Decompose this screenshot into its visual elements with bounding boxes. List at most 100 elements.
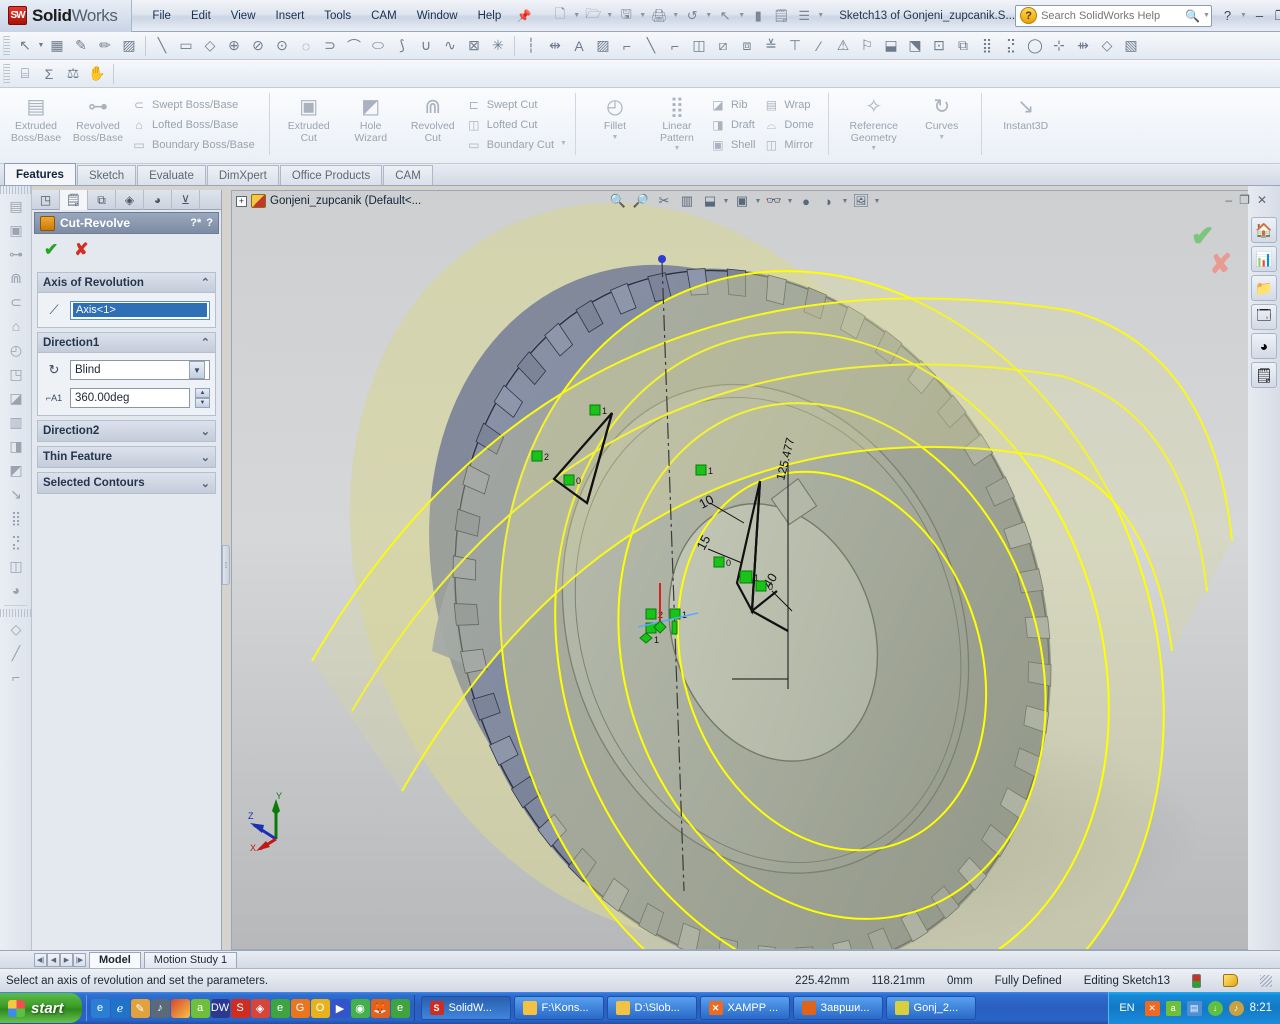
configuration-manager-tab[interactable]: ⧉: [88, 190, 116, 210]
options-dropdown-icon[interactable]: ▼: [816, 12, 825, 19]
property-manager-tab[interactable]: 🗒: [60, 190, 88, 210]
grid-icon[interactable]: ▦: [45, 34, 69, 58]
shell-icon[interactable]: ▥: [0, 410, 32, 434]
view-settings-icon[interactable]: 🖼: [850, 191, 872, 211]
end-condition-dropdown[interactable]: Blind ▼: [70, 360, 210, 380]
print-icon[interactable]: 🖨: [648, 4, 670, 28]
dome-button[interactable]: ⌓ Dome: [761, 115, 819, 135]
help-icon[interactable]: ?: [206, 217, 213, 229]
circle-icon[interactable]: ⊕: [222, 34, 246, 58]
lofted-boss-icon[interactable]: ⌂: [0, 314, 32, 338]
extruded-cut-icon[interactable]: ▣: [0, 218, 32, 242]
lofted-cut-button[interactable]: ◫ Lofted Cut: [464, 115, 560, 135]
resize-grip-icon[interactable]: [1260, 974, 1272, 987]
circular-pattern-icon[interactable]: ⣝: [999, 34, 1023, 58]
spline-on-surface-icon[interactable]: ∿: [438, 34, 462, 58]
make-path-icon[interactable]: ⊡: [927, 34, 951, 58]
chevron-up-icon[interactable]: ⌃: [201, 276, 210, 289]
design-library-icon[interactable]: 📊: [1251, 246, 1277, 272]
file-explorer-icon[interactable]: 📁: [1251, 275, 1277, 301]
tab-cam[interactable]: CAM: [383, 165, 433, 185]
chrome-icon[interactable]: ◉: [350, 998, 370, 1018]
menu-view[interactable]: View: [221, 6, 266, 26]
cut-more-icon[interactable]: ▼: [560, 140, 567, 147]
appearances-scenes-icon[interactable]: ◕: [1251, 333, 1277, 359]
extend-icon[interactable]: ≚: [759, 34, 783, 58]
open-dropdown-icon[interactable]: ▼: [605, 12, 614, 19]
line-icon[interactable]: ╲: [150, 34, 174, 58]
language-indicator[interactable]: EN: [1119, 1002, 1134, 1014]
open-icon[interactable]: 🗁: [582, 4, 604, 28]
parabola-icon[interactable]: ⟆: [390, 34, 414, 58]
partial-ellipse-icon[interactable]: ⬭: [366, 34, 390, 58]
sketch-on-plane-icon[interactable]: ▨: [117, 34, 141, 58]
parallelogram-icon[interactable]: ◇: [198, 34, 222, 58]
reference-geometry-button[interactable]: ✧ Reference Geometry ▼: [837, 91, 911, 157]
chevron-up-icon[interactable]: ⌃: [201, 336, 210, 349]
mirror-icon[interactable]: ◫: [0, 554, 32, 578]
wrap-icon[interactable]: ◕: [0, 578, 32, 602]
reference-plane-icon[interactable]: ◇: [0, 617, 32, 641]
new-dropdown-icon[interactable]: ▼: [572, 12, 581, 19]
sketch-icon[interactable]: ✎: [69, 34, 93, 58]
edge-icon[interactable]: e: [390, 998, 410, 1018]
hide-show-dropdown-icon[interactable]: ▼: [786, 198, 794, 205]
rotate-entities-icon[interactable]: ⚐: [855, 34, 879, 58]
perimeter-circle-icon[interactable]: ⊘: [246, 34, 270, 58]
restore-button[interactable]: ❐: [1239, 193, 1250, 207]
rebuild-icon[interactable]: ▮: [747, 4, 769, 28]
tab-motion-study-1[interactable]: Motion Study 1: [143, 951, 238, 968]
revolved-cut-button[interactable]: ⋒ Revolved Cut: [402, 91, 464, 157]
linear-pattern-more-icon[interactable]: ▼: [673, 145, 680, 152]
draft-button[interactable]: ◨ Draft: [708, 115, 761, 135]
reference-axis-icon[interactable]: ╱: [0, 641, 32, 665]
save-icon[interactable]: 🖫: [615, 4, 637, 28]
thin-feature-section[interactable]: Thin Feature ⌄: [37, 446, 216, 468]
pushpin-icon[interactable]: 📌: [515, 7, 533, 25]
xampp-tray-icon[interactable]: ✕: [1144, 1000, 1160, 1016]
fillet-icon[interactable]: ⌐: [615, 34, 639, 58]
relations-icon[interactable]: ◯: [1023, 34, 1047, 58]
wrap-button[interactable]: ▤ Wrap: [761, 95, 819, 115]
check-icon[interactable]: ✋: [85, 62, 109, 86]
last-tab-icon[interactable]: |▶: [73, 952, 86, 967]
close-button[interactable]: ✕: [1257, 193, 1267, 207]
opera-icon[interactable]: O: [310, 998, 330, 1018]
swept-cut-button[interactable]: ⊏ Swept Cut: [464, 95, 560, 115]
ellipse-icon[interactable]: ⌒: [342, 34, 366, 58]
axis-selection-box[interactable]: Axis<1>: [70, 300, 210, 320]
view-palette-icon[interactable]: 🗔: [1251, 304, 1277, 330]
linear-pattern-button[interactable]: ⣿ Linear Pattern ▼: [646, 91, 708, 157]
select-arrow-icon[interactable]: ↖: [13, 34, 37, 58]
tree-expand-icon[interactable]: +: [236, 195, 247, 207]
dome-icon[interactable]: ↘: [0, 482, 32, 506]
fillet-button[interactable]: ◴ Fillet ▼: [584, 91, 646, 157]
custom-properties-icon[interactable]: 🗒: [1251, 362, 1277, 388]
chevron-down-icon[interactable]: ▼: [189, 361, 205, 379]
tab-office-products[interactable]: Office Products: [279, 165, 383, 185]
revolved-cut-icon[interactable]: ⋒: [0, 266, 32, 290]
boundary-boss-base-button[interactable]: ▭ Boundary Boss/Base: [129, 135, 261, 155]
taskbar-item-firefox[interactable]: Заврши...: [792, 996, 883, 1020]
fillet-more-icon[interactable]: ▼: [611, 134, 618, 141]
linear-pattern-icon[interactable]: ⣿: [975, 34, 999, 58]
menu-cam[interactable]: CAM: [361, 6, 407, 26]
quick-snaps-icon[interactable]: ⇻: [1071, 34, 1095, 58]
section-view-icon[interactable]: ✂: [653, 191, 675, 211]
viewport-cancel-mark[interactable]: ✘: [1209, 249, 1232, 280]
firefox-icon[interactable]: 🦊: [370, 998, 390, 1018]
copy-entities-icon[interactable]: ⬔: [903, 34, 927, 58]
repair-sketch-icon[interactable]: ⊹: [1047, 34, 1071, 58]
mass-properties-icon[interactable]: ⚖: [61, 62, 85, 86]
dw-icon[interactable]: DW: [210, 998, 230, 1018]
home-resources-icon[interactable]: 🏠: [1251, 217, 1277, 243]
circular-pattern-icon[interactable]: ⣝: [0, 530, 32, 554]
tangent-arc-icon[interactable]: ◌: [294, 34, 318, 58]
select-icon[interactable]: ↖: [714, 4, 736, 28]
viewport-confirm-mark[interactable]: ✔: [1191, 221, 1214, 252]
file-properties-icon[interactable]: 🗒: [770, 4, 792, 28]
curves-button[interactable]: ↻ Curves ▼: [911, 91, 973, 157]
stepper-up-icon[interactable]: ▲: [195, 388, 210, 398]
view-orientation-icon[interactable]: ⬓: [699, 191, 721, 211]
edit-appearance-icon[interactable]: ●: [795, 191, 817, 211]
